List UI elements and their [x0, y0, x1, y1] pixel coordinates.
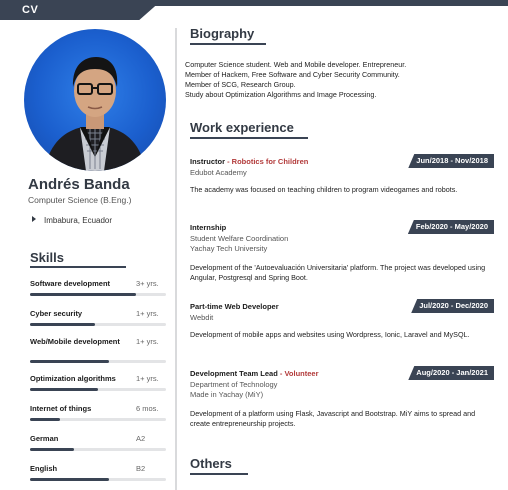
skill-bar [30, 418, 166, 421]
job-organization-line: Made in Yachay (MiY) [190, 390, 264, 399]
skill-name: English [30, 464, 58, 473]
job-role: Development Team Lead [190, 369, 278, 378]
cv-tab: CV [0, 0, 162, 20]
skill-bar-fill [30, 293, 137, 296]
skill-bar [30, 388, 166, 391]
job-title: Part-time Web Developer [190, 302, 279, 311]
others-heading: Others [190, 456, 232, 471]
skills-heading: Skills [30, 250, 64, 265]
skill-bar [30, 448, 166, 451]
skill-name: Optimization algorithms [30, 374, 116, 383]
skill-bar [30, 360, 166, 363]
location-bullet-icon [32, 216, 36, 222]
job-date-badge: Jun/2018 - Nov/2018 [408, 154, 494, 168]
job-role: Instructor [190, 157, 226, 166]
full-name: Andrés Banda [28, 176, 130, 193]
job-description: Development of a platform using Flask, J… [190, 409, 476, 428]
biography-line: Computer Science student. Web and Mobile… [185, 60, 407, 69]
biography-heading-rule [190, 43, 266, 45]
skill-level: B2 [136, 464, 146, 473]
skill-name: Software development [30, 279, 111, 288]
avatar [24, 29, 166, 171]
job-description: Development of mobile apps and websites … [190, 330, 470, 339]
job-organization: Edubot Academy [190, 168, 247, 178]
job-organization-line: Department of Technology [190, 380, 278, 389]
job-title: Internship [190, 223, 226, 232]
job-organization: Student Welfare Coordination Yachay Tech… [190, 234, 288, 254]
job-title: Development Team Lead - Volunteer [190, 369, 319, 378]
job-description: The academy was focused on teaching chil… [190, 185, 458, 194]
skill-bar [30, 293, 166, 296]
skill-name: German [30, 434, 59, 443]
job-date-badge: Aug/2020 - Jan/2021 [408, 366, 494, 380]
skill-level: 6 mos. [136, 404, 159, 413]
skill-bar-fill [30, 418, 60, 421]
column-divider [175, 28, 177, 490]
location-text: Imbabura, Ecuador [44, 216, 113, 225]
skills-heading-rule [30, 266, 126, 268]
job-role-detail: - Robotics for Children [225, 157, 309, 166]
skill-level: 3+ yrs. [136, 279, 159, 288]
skill-bar-fill [30, 388, 98, 391]
job-organization-line: Edubot Academy [190, 168, 247, 177]
others-heading-rule [190, 473, 248, 475]
job-organization: Department of Technology Made in Yachay … [190, 380, 277, 400]
skill-name: Web/Mobile development [30, 337, 120, 346]
skill-bar [30, 323, 166, 326]
degree: Computer Science (B.Eng.) [28, 195, 132, 205]
skill-level: 1+ yrs. [136, 374, 159, 383]
job-organization: Webdit [190, 313, 213, 323]
skill-name: Internet of things [30, 404, 92, 413]
work-experience-heading: Work experience [190, 120, 294, 135]
biography-line: Member of SCG, Research Group. [185, 80, 296, 89]
skill-name: Cyber security [30, 309, 83, 318]
biography-line: Member of Hackem, Free Software and Cybe… [185, 70, 400, 79]
job-role-detail: - Volunteer [277, 369, 319, 378]
job-organization-line: Student Welfare Coordination [190, 234, 289, 243]
job-title: Instructor - Robotics for Children [190, 157, 308, 166]
work-experience-heading-rule [190, 137, 308, 139]
profile-photo-illustration [44, 57, 146, 171]
skill-level: 1+ yrs. [136, 309, 159, 318]
job-organization-line: Yachay Tech University [190, 244, 268, 253]
location: Imbabura, Ecuador [32, 216, 112, 225]
skill-bar-fill [30, 478, 109, 481]
top-bar: CV [0, 0, 508, 20]
job-organization-line: Webdit [190, 313, 214, 322]
job-date-badge: Jul/2020 - Dec/2020 [411, 299, 494, 313]
skill-bar-fill [30, 323, 96, 326]
biography-heading: Biography [190, 26, 255, 41]
cv-tab-label: CV [22, 4, 39, 16]
biography-line: Study about Optimization Algorithms and … [185, 90, 377, 99]
skill-level: A2 [136, 434, 146, 443]
biography-text: Computer Science student. Web and Mobile… [185, 60, 495, 100]
job-role: Internship [190, 223, 227, 232]
skill-bar [30, 478, 166, 481]
skill-level: 1+ yrs. [136, 337, 159, 346]
job-role: Part-time Web Developer [190, 302, 279, 311]
skill-bar-fill [30, 448, 74, 451]
sidebar: Andrés Banda Computer Science (B.Eng.) I… [0, 20, 172, 490]
skill-bar-fill [30, 360, 109, 363]
job-date-badge: Feb/2020 - May/2020 [407, 220, 494, 234]
job-description: Development of the 'Autoevaluación Unive… [190, 263, 486, 282]
